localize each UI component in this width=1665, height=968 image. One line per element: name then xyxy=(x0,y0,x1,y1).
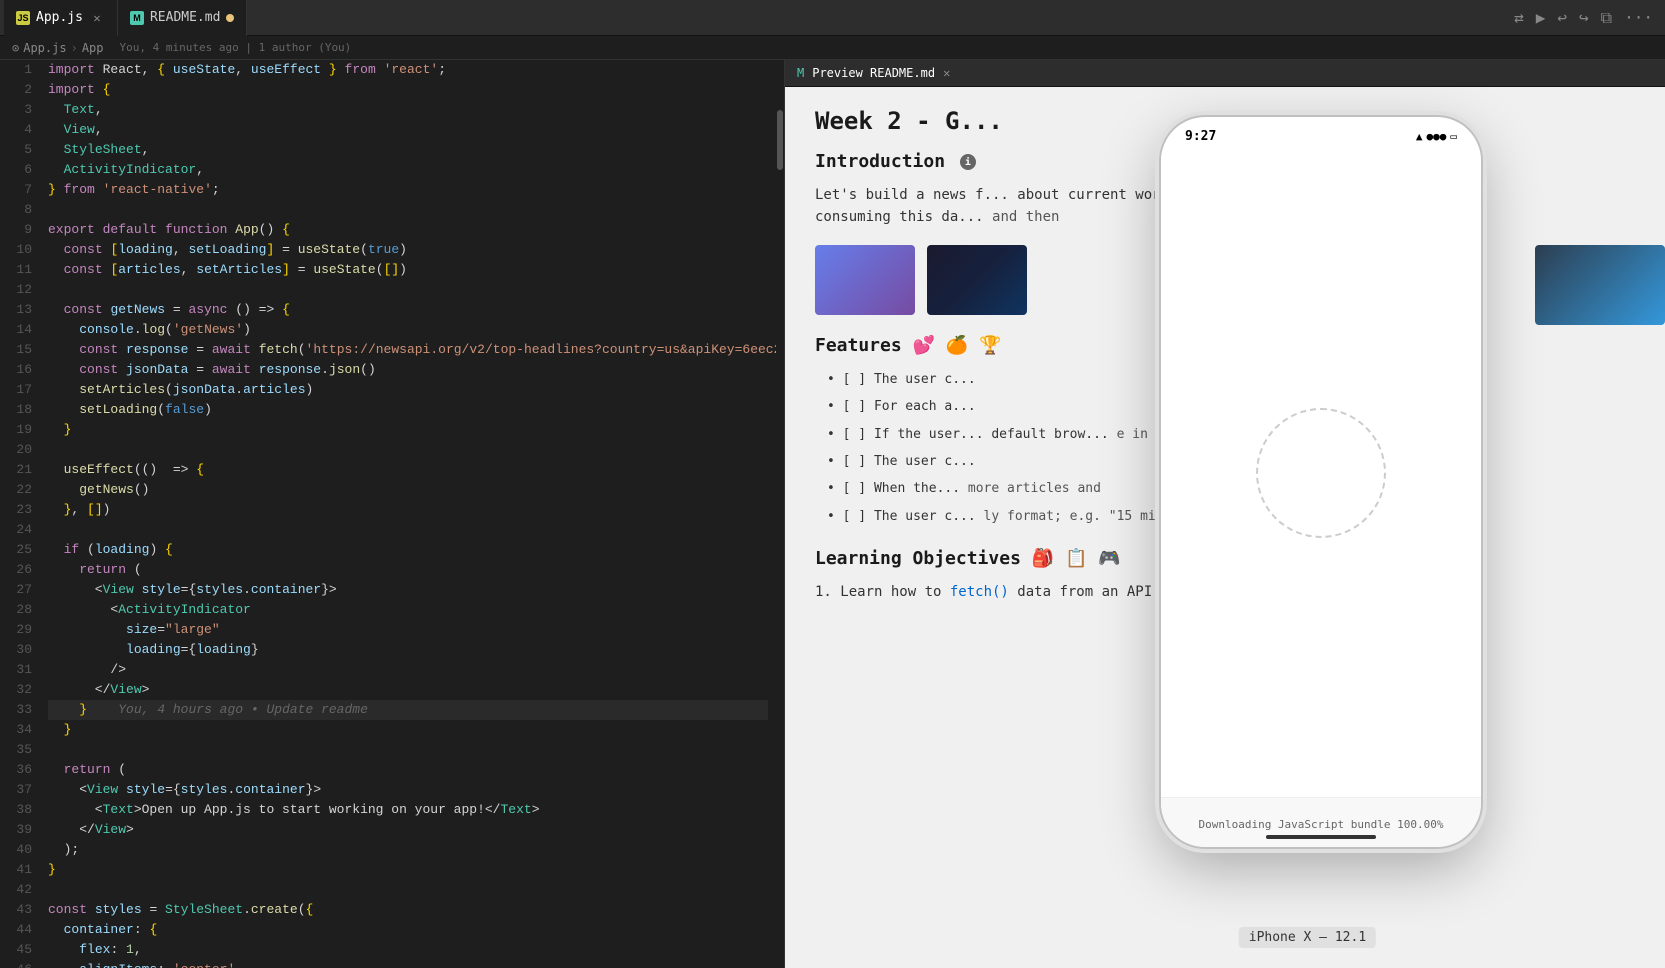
iphone-status-bar: 9:27 ▲ ●●● ▭ xyxy=(1161,117,1481,148)
code-line-10: const [loading, setLoading] = useState(t… xyxy=(48,240,768,260)
code-line-43: const styles = StyleSheet.create({ xyxy=(48,900,768,920)
breadcrumb-child[interactable]: App xyxy=(82,41,104,55)
code-line-7: } from 'react-native'; xyxy=(48,180,768,200)
iphone-download-status: Downloading JavaScript bundle 100.00% xyxy=(1198,818,1443,831)
iphone-bottom-bar: Downloading JavaScript bundle 100.00% xyxy=(1161,797,1481,847)
editor-scrollbar[interactable] xyxy=(776,60,784,968)
code-line-44: container: { xyxy=(48,920,768,940)
tab-appjs[interactable]: JS App.js ✕ xyxy=(4,0,118,36)
preview-tab-close[interactable]: ✕ xyxy=(943,66,950,80)
code-line-8 xyxy=(48,200,768,220)
code-line-41: } xyxy=(48,860,768,880)
tab-bar: JS App.js ✕ M README.md ⇄ ▶ ↩ ↪ ⧉ ··· xyxy=(0,0,1665,36)
code-line-21: useEffect(() => { xyxy=(48,460,768,480)
code-line-33: } You, 4 hours ago • Update readme xyxy=(48,700,768,720)
code-line-9: export default function App() { xyxy=(48,220,768,240)
code-line-26: return ( xyxy=(48,560,768,580)
tab-readme-label: README.md xyxy=(150,10,220,25)
tab-appjs-close[interactable]: ✕ xyxy=(89,10,105,26)
activity-indicator xyxy=(1256,408,1386,538)
signal-icon: ●●● xyxy=(1427,130,1447,143)
info-icon: i xyxy=(960,154,976,170)
code-line-35 xyxy=(48,740,768,760)
main-area: 12345 678910 1112131415 1617181920 21222… xyxy=(0,60,1665,968)
line-numbers: 12345 678910 1112131415 1617181920 21222… xyxy=(0,60,40,968)
code-line-18: setLoading(false) xyxy=(48,400,768,420)
breadcrumb-root[interactable]: App.js xyxy=(23,41,66,55)
tab-modified-indicator xyxy=(226,14,234,22)
preview-tab-bar: M Preview README.md ✕ xyxy=(785,60,1665,87)
iphone-simulator: 9:27 ▲ ●●● ▭ Downloading JavaScript bund… xyxy=(1161,117,1481,847)
code-line-39: </View> xyxy=(48,820,768,840)
preview-img-2 xyxy=(927,245,1027,315)
code-line-13: const getNews = async () => { xyxy=(48,300,768,320)
scrollbar-thumb[interactable] xyxy=(777,110,783,170)
preview-panel[interactable]: Week 2 - G... Introduction i Let's build… xyxy=(785,87,1665,968)
code-line-4: View, xyxy=(48,120,768,140)
code-line-12 xyxy=(48,280,768,300)
preview-img-1 xyxy=(815,245,915,315)
code-line-11: const [articles, setArticles] = useState… xyxy=(48,260,768,280)
fetch-link[interactable]: fetch() xyxy=(950,584,1009,600)
code-line-17: setArticles(jsonData.articles) xyxy=(48,380,768,400)
forward-icon[interactable]: ↪ xyxy=(1579,8,1589,27)
preview-tab-title: Preview README.md xyxy=(812,66,935,80)
iphone-time: 9:27 xyxy=(1185,129,1216,144)
back-icon[interactable]: ↩ xyxy=(1557,8,1567,27)
code-editor: 12345 678910 1112131415 1617181920 21222… xyxy=(0,60,785,968)
breadcrumb-icon: ⊙ xyxy=(12,41,19,55)
more-icon[interactable]: ··· xyxy=(1624,8,1653,27)
iphone-home-indicator xyxy=(1266,835,1376,839)
code-area[interactable]: 12345 678910 1112131415 1617181920 21222… xyxy=(0,60,784,968)
preview-img-wide xyxy=(1535,245,1665,325)
code-line-32: </View> xyxy=(48,680,768,700)
code-line-34: } xyxy=(48,720,768,740)
code-line-23: }, []) xyxy=(48,500,768,520)
code-line-31: /> xyxy=(48,660,768,680)
iphone-status-icons: ▲ ●●● ▭ xyxy=(1416,130,1457,143)
code-line-5: StyleSheet, xyxy=(48,140,768,160)
breadcrumb-bar: ⊙ App.js › App You, 4 minutes ago | 1 au… xyxy=(0,36,1665,60)
md-icon: M xyxy=(130,11,144,25)
code-line-3: Text, xyxy=(48,100,768,120)
code-line-28: <ActivityIndicator xyxy=(48,600,768,620)
battery-icon: ▭ xyxy=(1450,130,1457,143)
code-line-22: getNews() xyxy=(48,480,768,500)
code-line-14: console.log('getNews') xyxy=(48,320,768,340)
code-line-15: const response = await fetch('https://ne… xyxy=(48,340,768,360)
code-content[interactable]: import React, { useState, useEffect } fr… xyxy=(40,60,776,968)
preview-md-icon: M xyxy=(797,66,804,80)
code-line-6: ActivityIndicator, xyxy=(48,160,768,180)
code-line-30: loading={loading} xyxy=(48,640,768,660)
editor-toolbar: ⇄ ▶ ↩ ↪ ⧉ ··· xyxy=(1514,8,1661,28)
code-line-19: } xyxy=(48,420,768,440)
split-icon[interactable]: ⧉ xyxy=(1601,8,1612,28)
code-line-25: if (loading) { xyxy=(48,540,768,560)
code-line-24 xyxy=(48,520,768,540)
tab-appjs-label: App.js xyxy=(36,10,83,25)
code-line-37: <View style={styles.container}> xyxy=(48,780,768,800)
wifi-icon: ▲ xyxy=(1416,130,1423,143)
code-line-38: <Text>Open up App.js to start working on… xyxy=(48,800,768,820)
code-line-42 xyxy=(48,880,768,900)
code-line-46: alignItems: 'center', xyxy=(48,960,768,968)
sync-icon[interactable]: ⇄ xyxy=(1514,8,1524,27)
js-icon: JS xyxy=(16,11,30,25)
code-line-20 xyxy=(48,440,768,460)
code-line-16: const jsonData = await response.json() xyxy=(48,360,768,380)
preview-container: M Preview README.md ✕ Week 2 - G... Intr… xyxy=(785,60,1665,968)
code-line-29: size="large" xyxy=(48,620,768,640)
git-info: You, 4 minutes ago | 1 author (You) xyxy=(120,41,352,54)
code-line-1: import React, { useState, useEffect } fr… xyxy=(48,60,768,80)
iphone-model-label: iPhone X — 12.1 xyxy=(1239,927,1376,948)
code-line-27: <View style={styles.container}> xyxy=(48,580,768,600)
code-line-40: ); xyxy=(48,840,768,860)
tab-readme[interactable]: M README.md xyxy=(118,0,247,36)
breadcrumb-sep: › xyxy=(71,41,78,55)
iphone-screen xyxy=(1161,148,1481,797)
code-line-2: import { xyxy=(48,80,768,100)
code-line-45: flex: 1, xyxy=(48,940,768,960)
code-line-36: return ( xyxy=(48,760,768,780)
run-icon[interactable]: ▶ xyxy=(1536,8,1546,27)
